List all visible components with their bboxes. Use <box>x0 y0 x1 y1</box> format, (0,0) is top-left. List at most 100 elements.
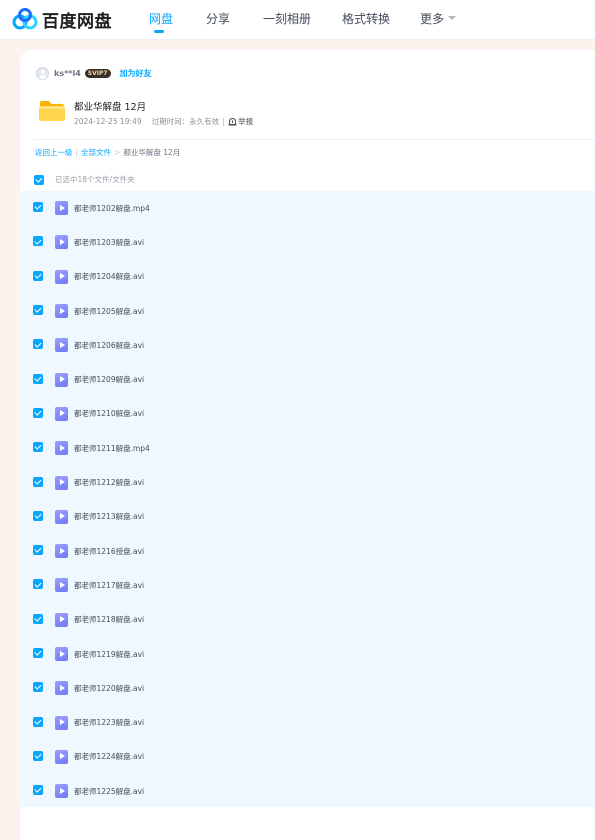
file-name[interactable]: 都老师1204解盘.avi <box>74 271 144 282</box>
baidu-netdisk-logo-icon <box>12 8 38 30</box>
video-file-icon <box>55 647 68 661</box>
file-checkbox[interactable] <box>33 407 43 418</box>
file-list: 都老师1202解盘.mp4 都老师1203解盘.avi 都老师1204解盘.avi 都… <box>20 191 595 807</box>
file-name[interactable]: 都老师1212解盘.avi <box>74 477 144 488</box>
file-checkbox[interactable] <box>33 545 43 556</box>
file-checkbox[interactable] <box>33 305 43 316</box>
file-row[interactable]: 都老师1206解盘.avi <box>20 328 595 362</box>
file-name[interactable]: 都老师1210解盘.avi <box>74 408 144 419</box>
top-nav-bar: 百度网盘 网盘 分享 一刻相册 格式转换 更多 <box>0 0 595 40</box>
add-friend-link[interactable]: 加为好友 <box>120 68 152 79</box>
file-name[interactable]: 都老师1219解盘.avi <box>74 649 144 660</box>
video-file-icon <box>55 201 68 216</box>
file-row[interactable]: 都老师1205解盘.avi <box>20 294 595 328</box>
expiry-value: 永久有效 <box>189 117 220 126</box>
breadcrumb: 返回上一级 | 全部文件 > 都业华解盘 12月 <box>35 147 181 158</box>
video-file-icon <box>55 509 68 524</box>
breadcrumb-current: 都业华解盘 12月 <box>123 148 181 157</box>
nav-tab-more[interactable]: 更多 <box>420 10 444 27</box>
nav-tab-album[interactable]: 一刻相册 <box>263 10 311 27</box>
video-file-icon <box>55 406 68 421</box>
video-file-icon <box>55 715 68 730</box>
file-name[interactable]: 都老师1213解盘.avi <box>74 511 144 522</box>
meta-divider <box>223 117 225 126</box>
file-checkbox[interactable] <box>33 510 43 521</box>
file-name[interactable]: 都老师1211解盘.mp4 <box>74 443 150 454</box>
file-row[interactable]: 都老师1220解盘.avi <box>20 671 595 705</box>
file-row[interactable]: 都老师1203解盘.avi <box>20 225 595 259</box>
video-file-icon <box>55 784 68 799</box>
video-file-icon <box>55 372 68 387</box>
file-row[interactable]: 都老师1210解盘.avi <box>20 397 595 431</box>
breadcrumb-all-files-link[interactable]: 全部文件 <box>81 147 111 158</box>
file-checkbox[interactable] <box>33 785 43 796</box>
report-icon[interactable] <box>228 117 237 126</box>
file-row[interactable]: 都老师1204解盘.avi <box>20 260 595 294</box>
selection-summary: 已选中18个文件/文件夹 <box>55 175 135 184</box>
chevron-down-icon[interactable] <box>448 16 456 20</box>
report-link[interactable]: 举报 <box>238 116 253 127</box>
avatar[interactable] <box>36 66 49 80</box>
file-name[interactable]: 都老师1216授盘.avi <box>74 546 144 557</box>
file-name[interactable]: 都老师1224解盘.avi <box>74 751 144 762</box>
select-all-row: 已选中18个文件/文件夹 <box>34 174 135 185</box>
owner-name[interactable]: ks**l4 <box>54 69 81 78</box>
nav-tab-format-convert[interactable]: 格式转换 <box>342 10 390 27</box>
file-name[interactable]: 都老师1220解盘.avi <box>74 683 144 694</box>
nav-tab-share[interactable]: 分享 <box>206 10 230 27</box>
file-row[interactable]: 都老师1209解盘.avi <box>20 362 595 396</box>
file-row[interactable]: 都老师1225解盘.avi <box>20 774 595 808</box>
file-name[interactable]: 都老师1205解盘.avi <box>74 306 144 317</box>
file-checkbox[interactable] <box>33 613 43 624</box>
file-name[interactable]: 都老师1203解盘.avi <box>74 237 144 248</box>
video-file-icon <box>55 441 68 456</box>
folder-icon <box>39 101 65 121</box>
file-checkbox[interactable] <box>33 373 43 384</box>
file-row[interactable]: 都老师1219解盘.avi <box>20 637 595 671</box>
file-checkbox[interactable] <box>33 270 43 281</box>
file-name[interactable]: 都老师1218解盘.avi <box>74 614 144 625</box>
folder-meta: 2024-12-25 19:49 过期时间： 永久有效 举报 <box>74 116 253 127</box>
share-date: 2024-12-25 19:49 <box>74 117 142 126</box>
video-file-icon <box>55 749 68 764</box>
file-checkbox[interactable] <box>33 442 43 453</box>
video-file-icon <box>55 269 68 284</box>
file-checkbox[interactable] <box>33 750 43 761</box>
file-checkbox[interactable] <box>33 682 43 693</box>
file-name[interactable]: 都老师1206解盘.avi <box>74 340 144 351</box>
active-tab-indicator <box>154 30 164 33</box>
file-row[interactable]: 都老师1216授盘.avi <box>20 534 595 568</box>
select-all-checkbox[interactable] <box>34 174 44 185</box>
file-checkbox[interactable] <box>33 476 43 487</box>
file-row[interactable]: 都老师1217解盘.avi <box>20 568 595 602</box>
file-checkbox[interactable] <box>33 202 43 213</box>
file-checkbox[interactable] <box>33 648 43 658</box>
video-file-icon <box>55 304 68 319</box>
file-name[interactable]: 都老师1209解盘.avi <box>74 374 144 385</box>
file-row[interactable]: 都老师1202解盘.mp4 <box>20 191 595 225</box>
file-checkbox[interactable] <box>33 236 43 247</box>
file-checkbox[interactable] <box>33 579 43 590</box>
file-name[interactable]: 都老师1223解盘.avi <box>74 717 144 728</box>
file-name[interactable]: 都老师1217解盘.avi <box>74 580 144 591</box>
expiry-label: 过期时间： <box>151 117 190 126</box>
file-row[interactable]: 都老师1218解盘.avi <box>20 603 595 637</box>
file-checkbox[interactable] <box>33 339 43 350</box>
file-row[interactable]: 都老师1213解盘.avi <box>20 500 595 534</box>
file-name[interactable]: 都老师1225解盘.avi <box>74 786 144 797</box>
file-row[interactable]: 都老师1212解盘.avi <box>20 465 595 499</box>
breadcrumb-back-link[interactable]: 返回上一级 <box>35 147 73 158</box>
folder-title: 都业华解盘 12月 <box>74 102 147 113</box>
brand-logo[interactable]: 百度网盘 <box>12 7 112 32</box>
video-file-icon <box>55 578 68 593</box>
video-file-icon <box>55 612 68 627</box>
video-file-icon <box>55 681 68 696</box>
file-name[interactable]: 都老师1202解盘.mp4 <box>74 203 150 214</box>
file-row[interactable]: 都老师1224解盘.avi <box>20 740 595 774</box>
file-checkbox[interactable] <box>33 716 43 727</box>
file-row[interactable]: 都老师1223解盘.avi <box>20 705 595 739</box>
nav-tab-netdisk[interactable]: 网盘 <box>149 10 173 27</box>
file-row[interactable]: 都老师1211解盘.mp4 <box>20 431 595 465</box>
brand-name: 百度网盘 <box>42 11 112 32</box>
header-divider <box>34 139 595 140</box>
